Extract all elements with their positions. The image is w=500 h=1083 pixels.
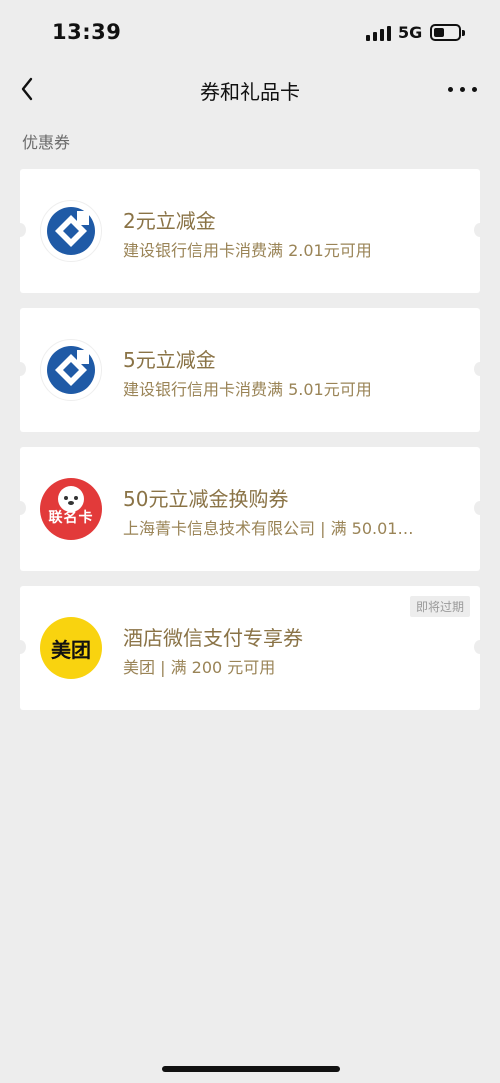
- coupon-condition: 美团 | 满 200 元可用: [123, 658, 276, 677]
- coupon-title: 酒店微信支付专享券: [123, 626, 303, 650]
- status-time: 13:39: [52, 20, 122, 44]
- nav-bar: 券和礼品卡: [0, 66, 500, 112]
- coupon-condition: 上海菁卡信息技术有限公司 | 满 50.01…: [123, 519, 414, 538]
- meituan-logo-icon: 美团: [40, 617, 102, 679]
- coupon-title: 50元立减金换购券: [123, 487, 289, 511]
- coupon-card[interactable]: 即将过期 美团 酒店微信支付专享券 美团 | 满 200 元可用: [14, 586, 486, 710]
- page-title: 券和礼品卡: [200, 80, 300, 104]
- battery-icon: [430, 24, 465, 41]
- signal-icon: [366, 25, 392, 41]
- coupon-title: 5元立减金: [123, 348, 216, 372]
- battery-level: [434, 28, 444, 37]
- more-dots-icon[interactable]: [446, 76, 480, 102]
- ccb-logo-icon: [40, 200, 102, 262]
- status-bar: 13:39 5G: [0, 0, 500, 66]
- coupon-card[interactable]: 联名卡 50元立减金换购券 上海菁卡信息技术有限公司 | 满 50.01…: [14, 447, 486, 571]
- network-type: 5G: [398, 23, 423, 42]
- expiring-badge: 即将过期: [409, 596, 470, 617]
- coupon-card[interactable]: 5元立减金 建设银行信用卡消费满 5.01元可用: [14, 308, 486, 432]
- coupon-condition: 建设银行信用卡消费满 5.01元可用: [123, 380, 372, 399]
- logo-text: 联名卡: [48, 510, 94, 526]
- lianmingka-logo-icon: 联名卡: [40, 478, 102, 540]
- ccb-logo-icon: [40, 339, 102, 401]
- section-title: 优惠券: [22, 133, 71, 152]
- coupons-page: 13:39 5G 券和礼品卡 优惠券 2元立减金 建设银行信用卡消费满 2.01…: [0, 0, 500, 1083]
- coupon-card[interactable]: 2元立减金 建设银行信用卡消费满 2.01元可用: [14, 169, 486, 293]
- logo-text: 美团: [51, 637, 91, 662]
- coupon-title: 2元立减金: [123, 209, 216, 233]
- coupon-condition: 建设银行信用卡消费满 2.01元可用: [123, 241, 372, 260]
- home-indicator[interactable]: [162, 1066, 340, 1072]
